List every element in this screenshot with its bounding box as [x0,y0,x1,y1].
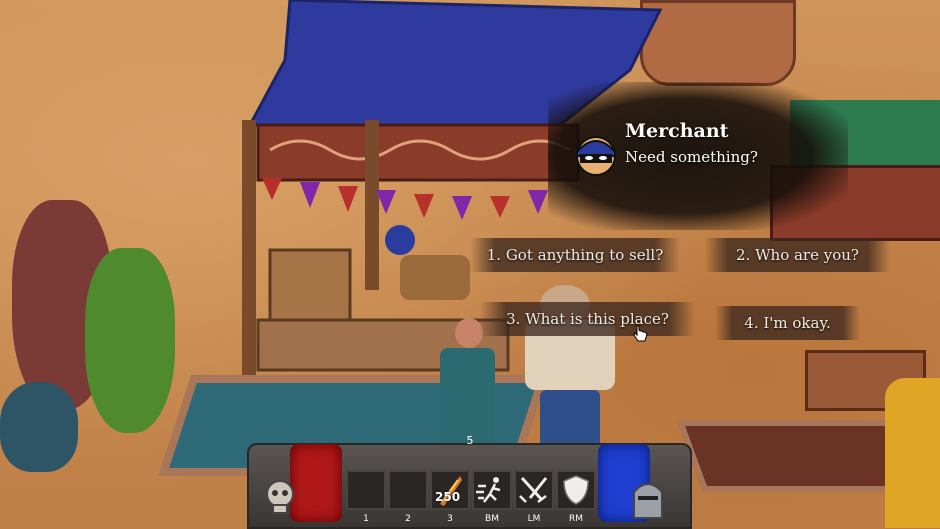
hud-level: 5 [466,434,474,447]
speech-portrait-icon [576,136,616,176]
green-vase [85,248,175,433]
dialog-option-3[interactable]: 3. What is this place? [480,302,695,336]
shield-icon [563,475,589,505]
skill-slot-bm[interactable] [472,470,512,510]
skill-slot-lm[interactable] [514,470,554,510]
game-scene: Merchant Need something? 1. Got anything… [0,0,940,529]
skull-icon [266,480,294,514]
blue-jug [0,382,78,472]
dialog-option-4[interactable]: 4. I'm okay. [715,306,860,340]
skill-slot-3[interactable]: 250 [430,470,470,510]
hud-key-1: 1 [363,514,369,524]
knight-helmet-icon [633,483,663,519]
dash-icon [476,477,501,503]
dialog-option-2[interactable]: 2. Who are you? [705,238,890,272]
hand-cursor-icon [633,325,648,342]
slot-3-count: 250 [435,490,461,504]
skill-slot-rm[interactable] [556,470,596,510]
hud-key-bm: BM [485,514,499,524]
hud-key-2: 2 [405,514,411,524]
speaker-line: Need something? [625,148,758,166]
skill-slot-2[interactable] [388,470,428,510]
dialog-option-1[interactable]: 1. Got anything to sell? [470,238,680,272]
speaker-name: Merchant [625,120,729,142]
merchant-npc[interactable] [380,225,470,305]
hud-key-3: 3 [447,514,453,524]
hud-key-lm: LM [527,514,541,524]
hud-key-rm: RM [568,514,584,524]
skill-slot-1[interactable] [346,470,386,510]
yellow-robed-npc[interactable] [885,378,940,528]
crossed-swords-icon [519,476,548,503]
